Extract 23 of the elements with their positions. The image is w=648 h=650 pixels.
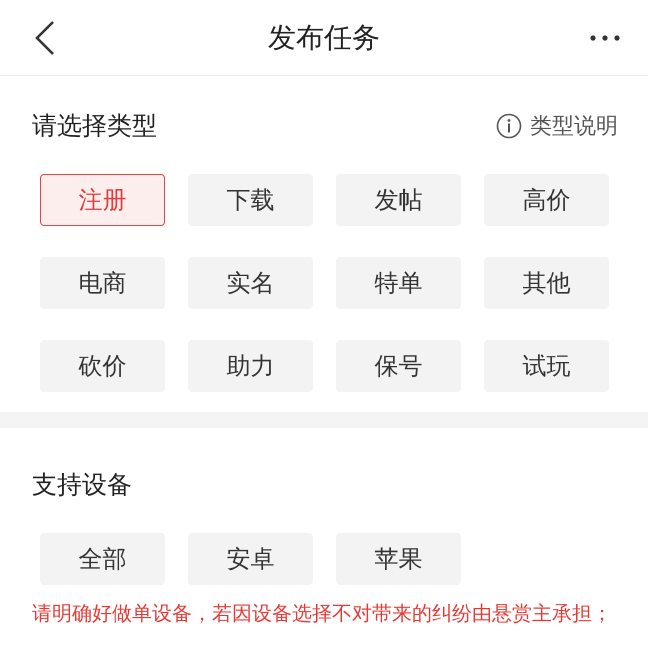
option-button[interactable]: 助力 [188,340,313,392]
option-button[interactable]: 实名 [188,257,313,309]
option-button[interactable]: 试玩 [484,340,609,392]
option-button[interactable]: 电商 [40,257,165,309]
info-icon[interactable] [496,112,522,138]
option-button[interactable]: 特单 [336,257,461,309]
option-button[interactable]: 发帖 [336,174,461,226]
warning-text: 请明确好做单设备，若因设备选择不对带来的纠纷由悬赏主承担； [32,600,613,627]
option-button[interactable]: 高价 [484,174,609,226]
option-button[interactable]: 砍价 [40,340,165,392]
section-title: 请选择类型 [32,110,157,142]
more-icon[interactable] [590,34,620,40]
option-button[interactable]: 保号 [336,340,461,392]
section-title: 支持设备 [32,469,133,501]
option-button[interactable]: 苹果 [336,533,461,585]
option-button[interactable]: 全部 [40,533,165,585]
option-button[interactable]: 其他 [484,257,609,309]
page-title: 发布任务 [268,20,380,54]
type-help-link[interactable]: 类型说明 [530,110,618,140]
back-icon[interactable] [34,20,56,56]
option-button[interactable]: 注册 [40,174,165,226]
option-button[interactable]: 下载 [188,174,313,226]
option-button[interactable]: 安卓 [188,533,313,585]
